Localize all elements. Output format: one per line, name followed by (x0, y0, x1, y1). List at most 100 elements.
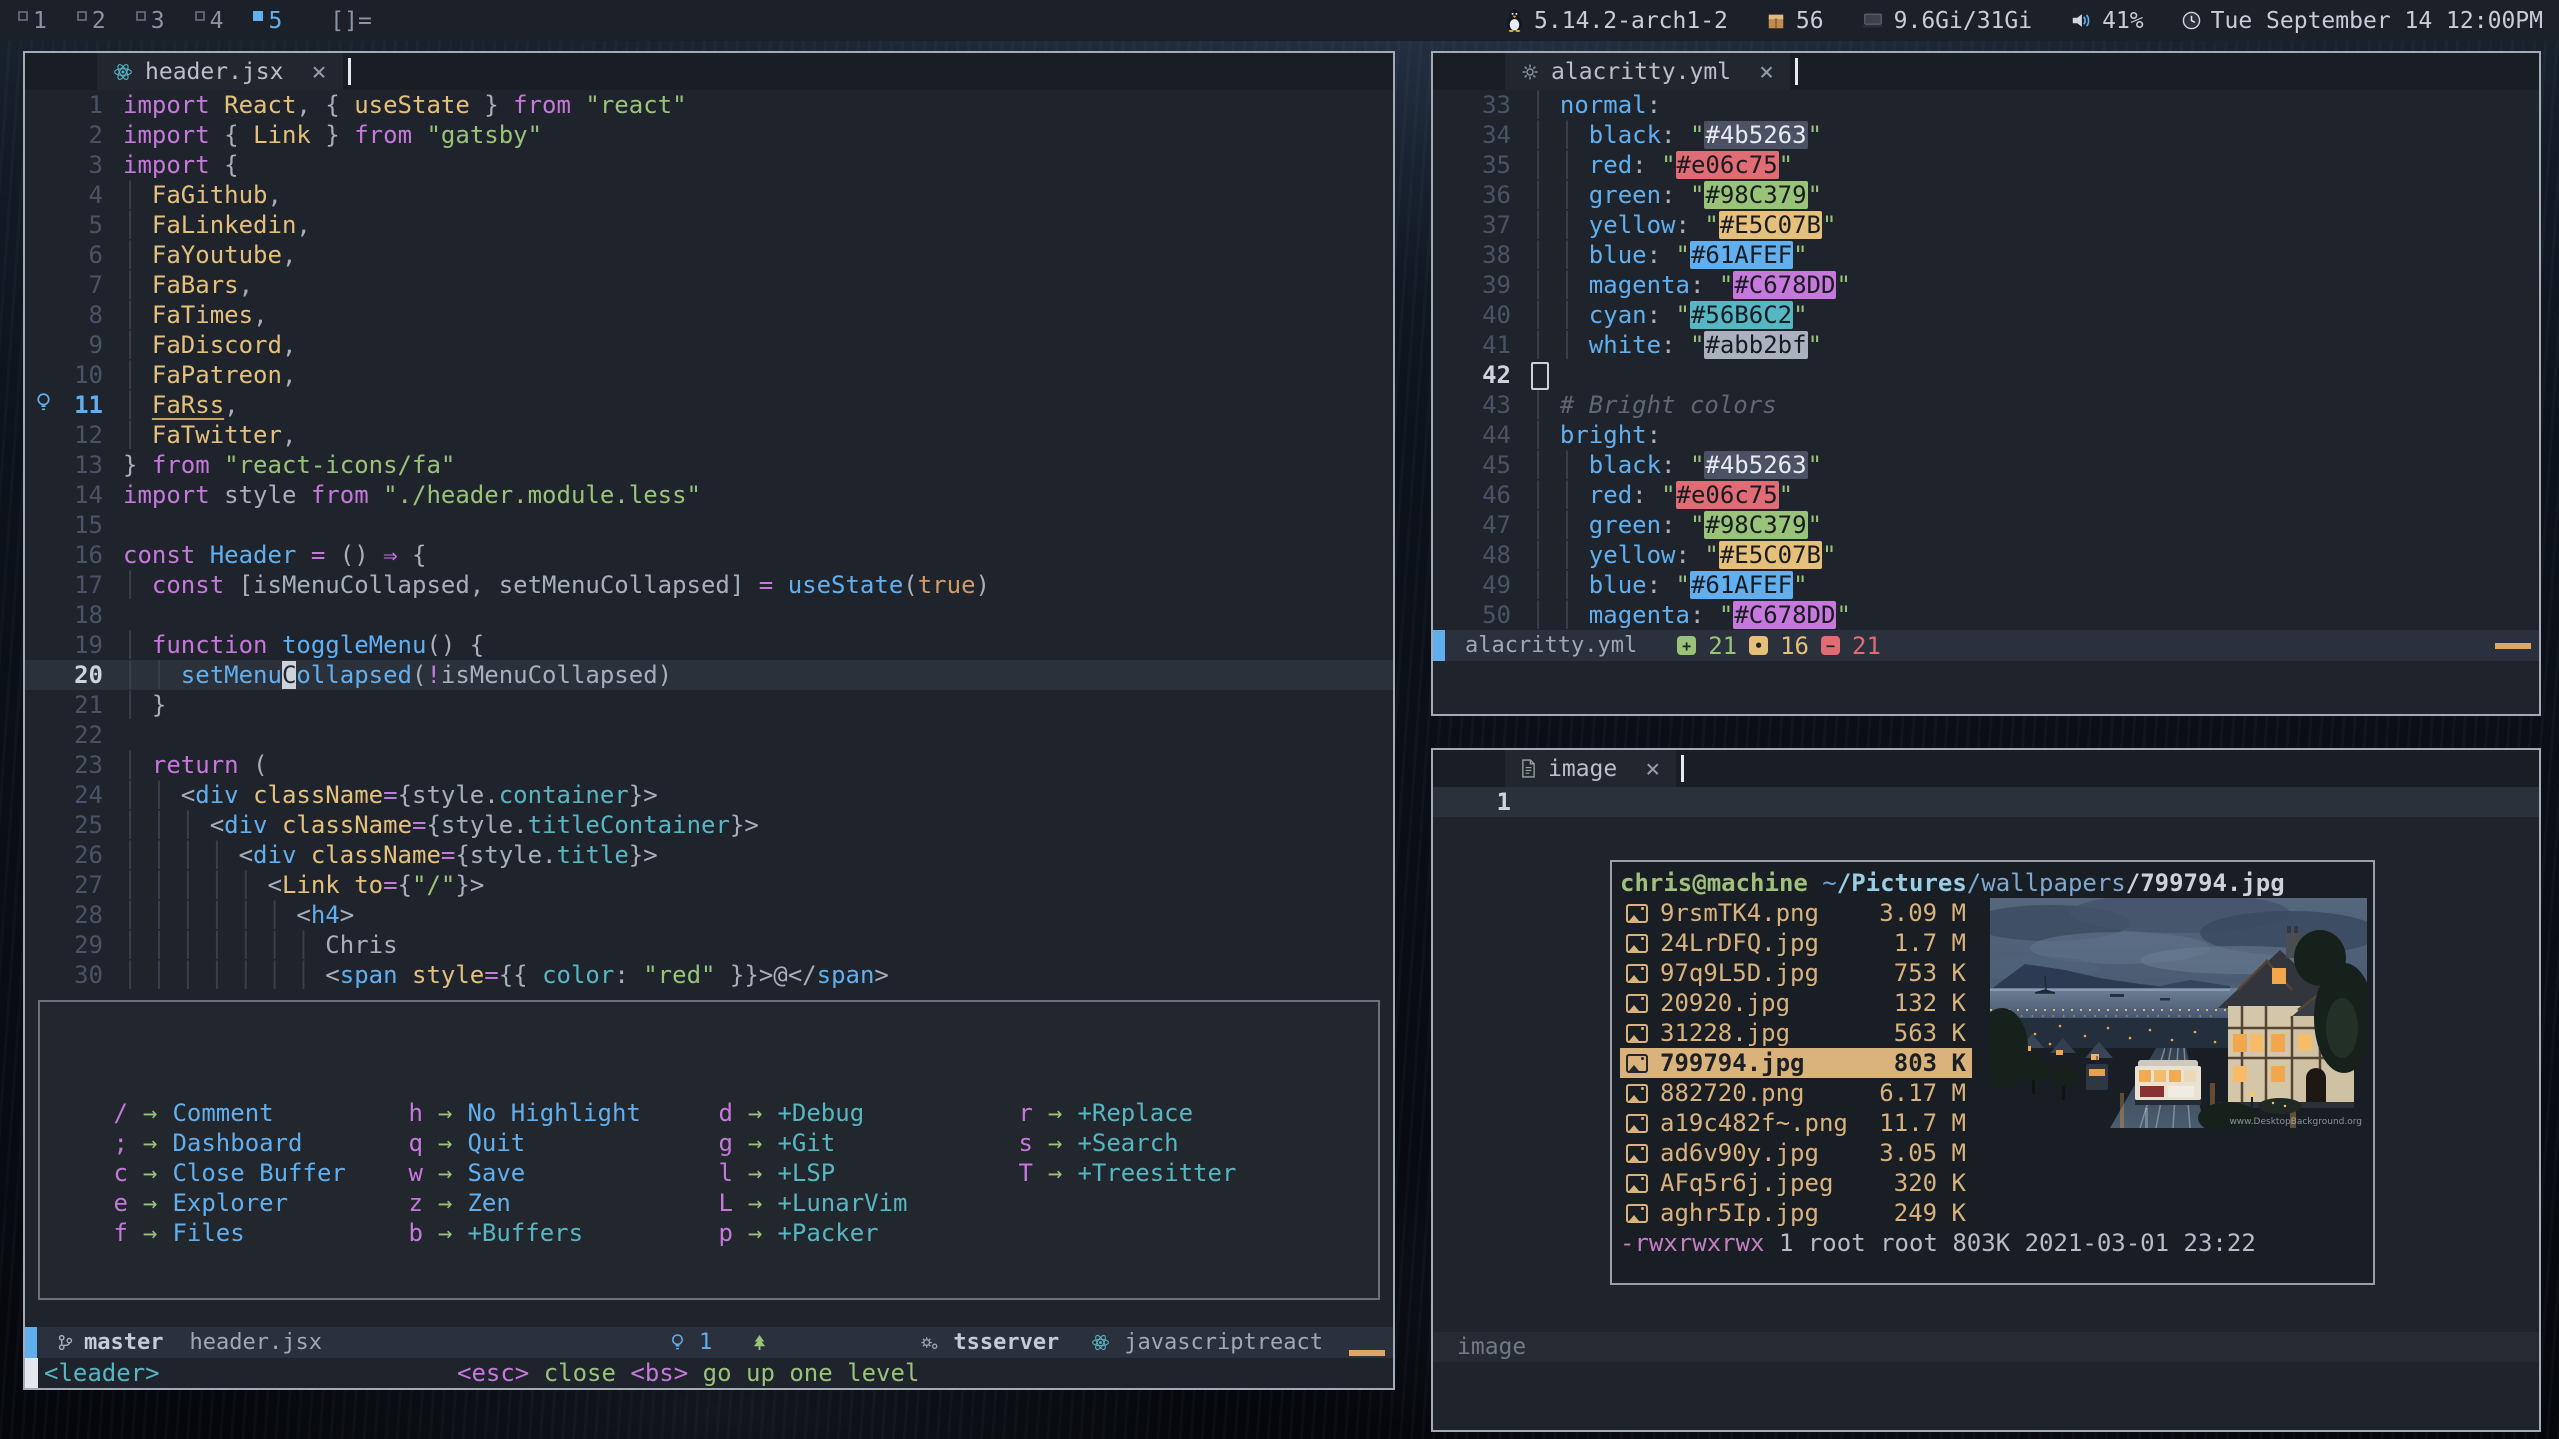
close-icon[interactable]: × (311, 57, 326, 86)
code-line-22[interactable]: 22 (25, 720, 1393, 750)
workspace-4[interactable]: 4 (193, 7, 228, 35)
code-line-4[interactable]: 4│ FaGithub, (25, 180, 1393, 210)
file-row-882720.png[interactable]: 882720.png6.17 M (1620, 1078, 1972, 1108)
code-line-44[interactable]: 44│ bright: (1433, 420, 2539, 450)
whichkey-item--treesitter[interactable]: T→+Treesitter (1007, 1158, 1378, 1188)
code-line-40[interactable]: 40│ │ cyan: "#56B6C2" (1433, 300, 2539, 330)
whichkey-item-zen[interactable]: z→Zen (397, 1188, 707, 1218)
whichkey-item--debug[interactable]: d→+Debug (707, 1098, 1007, 1128)
code-line-27[interactable]: 27│ │ │ │ │ <Link to={"/"}> (25, 870, 1393, 900)
close-icon[interactable]: × (1645, 754, 1660, 783)
whichkey-item--lunarvim[interactable]: L→+LunarVim (707, 1188, 1007, 1218)
whichkey-item-quit[interactable]: q→Quit (397, 1128, 707, 1158)
workspace-5[interactable]: 5 (251, 7, 286, 35)
code-line-24[interactable]: 24│ │ <div className={style.container}> (25, 780, 1393, 810)
code-line-23[interactable]: 23│ return ( (25, 750, 1393, 780)
code-line-18[interactable]: 18 (25, 600, 1393, 630)
code-line-11[interactable]: 11│ FaRss, (25, 390, 1393, 420)
tab-image[interactable]: image × (1505, 750, 1676, 787)
git-branch-name[interactable]: master (84, 1330, 163, 1355)
tab-alacritty-yml[interactable]: alacritty.yml × (1505, 53, 1790, 90)
code-line-6[interactable]: 6│ FaYoutube, (25, 240, 1393, 270)
code-line-5[interactable]: 5│ FaLinkedin, (25, 210, 1393, 240)
file-row-AFq5r6j.jpeg[interactable]: AFq5r6j.jpeg320 K (1620, 1168, 1972, 1198)
whichkey-item-files[interactable]: f→Files (102, 1218, 397, 1248)
code-line-17[interactable]: 17│ const [isMenuCollapsed, setMenuColla… (25, 570, 1393, 600)
workspace-3[interactable]: 3 (134, 7, 169, 35)
file-row-a19c482f~.png[interactable]: a19c482f~.png11.7 M (1620, 1108, 1972, 1138)
file-row-9rsmTK4.png[interactable]: 9rsmTK4.png3.09 M (1620, 898, 1972, 928)
code-line-37[interactable]: 37│ │ yellow: "#E5C07B" (1433, 210, 2539, 240)
code-line-9[interactable]: 9│ FaDiscord, (25, 330, 1393, 360)
code-line-25[interactable]: 25│ │ │ <div className={style.titleConta… (25, 810, 1393, 840)
code-line-35[interactable]: 35│ │ red: "#e06c75" (1433, 150, 2539, 180)
file-row-799794.jpg[interactable]: 799794.jpg803 K (1620, 1048, 1972, 1078)
whichkey-item--lsp[interactable]: l→+LSP (707, 1158, 1007, 1188)
layout-indicator[interactable]: []= (330, 8, 372, 34)
code-line-20[interactable]: 20│ │ setMenuCollapsed(!isMenuCollapsed) (25, 660, 1393, 690)
code-line-26[interactable]: 26│ │ │ │ <div className={style.title}> (25, 840, 1393, 870)
code-line-21[interactable]: 21│ } (25, 690, 1393, 720)
code-line-12[interactable]: 12│ FaTwitter, (25, 420, 1393, 450)
code-line-15[interactable]: 15 (25, 510, 1393, 540)
code-line-45[interactable]: 45│ │ black: "#4b5263" (1433, 450, 2539, 480)
code-line-39[interactable]: 39│ │ magenta: "#C678DD" (1433, 270, 2539, 300)
code-line-7[interactable]: 7│ FaBars, (25, 270, 1393, 300)
code-line-1[interactable]: 1 (1433, 787, 2539, 817)
code-line-29[interactable]: 29│ │ │ │ │ │ │ Chris (25, 930, 1393, 960)
code-line-46[interactable]: 46│ │ red: "#e06c75" (1433, 480, 2539, 510)
whichkey-item-dashboard[interactable]: ;→Dashboard (102, 1128, 397, 1158)
code-line-13[interactable]: 13} from "react-icons/fa" (25, 450, 1393, 480)
code-area-image[interactable]: 1 (1433, 787, 2539, 817)
code-area-alacritty[interactable]: 33│ normal:34│ │ black: "#4b5263"35│ │ r… (1433, 90, 2539, 630)
file-row-ad6v90y.jpg[interactable]: ad6v90y.jpg3.05 M (1620, 1138, 1972, 1168)
file-row-97q9L5D.jpg[interactable]: 97q9L5D.jpg753 K (1620, 958, 1972, 988)
code-line-8[interactable]: 8│ FaTimes, (25, 300, 1393, 330)
whichkey-item--packer[interactable]: p→+Packer (707, 1218, 1007, 1248)
code-line-43[interactable]: 43│ # Bright colors (1433, 390, 2539, 420)
code-line-30[interactable]: 30│ │ │ │ │ │ │ <span style={{ color: "r… (25, 960, 1393, 990)
code-area-left[interactable]: 1import React, { useState } from "react"… (25, 90, 1393, 990)
code-line-16[interactable]: 16const Header = () ⇒ { (25, 540, 1393, 570)
tab-header-jsx[interactable]: header.jsx × (97, 53, 343, 90)
code-line-10[interactable]: 10│ FaPatreon, (25, 360, 1393, 390)
code-line-49[interactable]: 49│ │ blue: "#61AFEF" (1433, 570, 2539, 600)
code-line-48[interactable]: 48│ │ yellow: "#E5C07B" (1433, 540, 2539, 570)
close-icon[interactable]: × (1759, 57, 1774, 86)
whichkey-item--search[interactable]: s→+Search (1007, 1128, 1378, 1158)
workspace-2[interactable]: 2 (75, 7, 110, 35)
scrollbar-indicator[interactable] (1349, 1350, 1385, 1356)
code-line-41[interactable]: 41│ │ white: "#abb2bf" (1433, 330, 2539, 360)
whichkey-item-save[interactable]: w→Save (397, 1158, 707, 1188)
file-row-aghr5Ip.jpg[interactable]: aghr5Ip.jpg249 K (1620, 1198, 1972, 1228)
whichkey-item-comment[interactable]: /→Comment (102, 1098, 397, 1128)
code-line-50[interactable]: 50│ │ magenta: "#C678DD" (1433, 600, 2539, 630)
whichkey-item--replace[interactable]: r→+Replace (1007, 1098, 1378, 1128)
whichkey-item-explorer[interactable]: e→Explorer (102, 1188, 397, 1218)
code-line-47[interactable]: 47│ │ green: "#98C379" (1433, 510, 2539, 540)
code-line-38[interactable]: 38│ │ blue: "#61AFEF" (1433, 240, 2539, 270)
whichkey-item-no-highlight[interactable]: h→No Highlight (397, 1098, 707, 1128)
file-row-20920.jpg[interactable]: 20920.jpg132 K (1620, 988, 1972, 1018)
code-line-3[interactable]: 3import { (25, 150, 1393, 180)
code-line-42[interactable]: 42 (1433, 360, 2539, 390)
whichkey-item--git[interactable]: g→+Git (707, 1128, 1007, 1158)
whichkey-item-close-buffer[interactable]: c→Close Buffer (102, 1158, 397, 1188)
whichkey-key: w (397, 1159, 423, 1187)
code-line-34[interactable]: 34│ │ black: "#4b5263" (1433, 120, 2539, 150)
whichkey-item--buffers[interactable]: b→+Buffers (397, 1218, 707, 1248)
code-line-33[interactable]: 33│ normal: (1433, 90, 2539, 120)
lightbulb-icon[interactable] (35, 392, 52, 413)
code-line-14[interactable]: 14import style from "./header.module.les… (25, 480, 1393, 510)
code-line-36[interactable]: 36│ │ green: "#98C379" (1433, 180, 2539, 210)
scrollbar-indicator[interactable] (2495, 643, 2531, 649)
code-line-28[interactable]: 28│ │ │ │ │ │ <h4> (25, 900, 1393, 930)
code-line-1[interactable]: 1import React, { useState } from "react" (25, 90, 1393, 120)
code-line-19[interactable]: 19│ function toggleMenu() { (25, 630, 1393, 660)
file-row-31228.jpg[interactable]: 31228.jpg563 K (1620, 1018, 1972, 1048)
line-text: import React, { useState } from "react" (103, 90, 687, 120)
workspace-1[interactable]: 1 (16, 7, 51, 35)
token: magenta (1589, 601, 1690, 629)
file-row-24LrDFQ.jpg[interactable]: 24LrDFQ.jpg1.7 M (1620, 928, 1972, 958)
code-line-2[interactable]: 2import { Link } from "gatsby" (25, 120, 1393, 150)
